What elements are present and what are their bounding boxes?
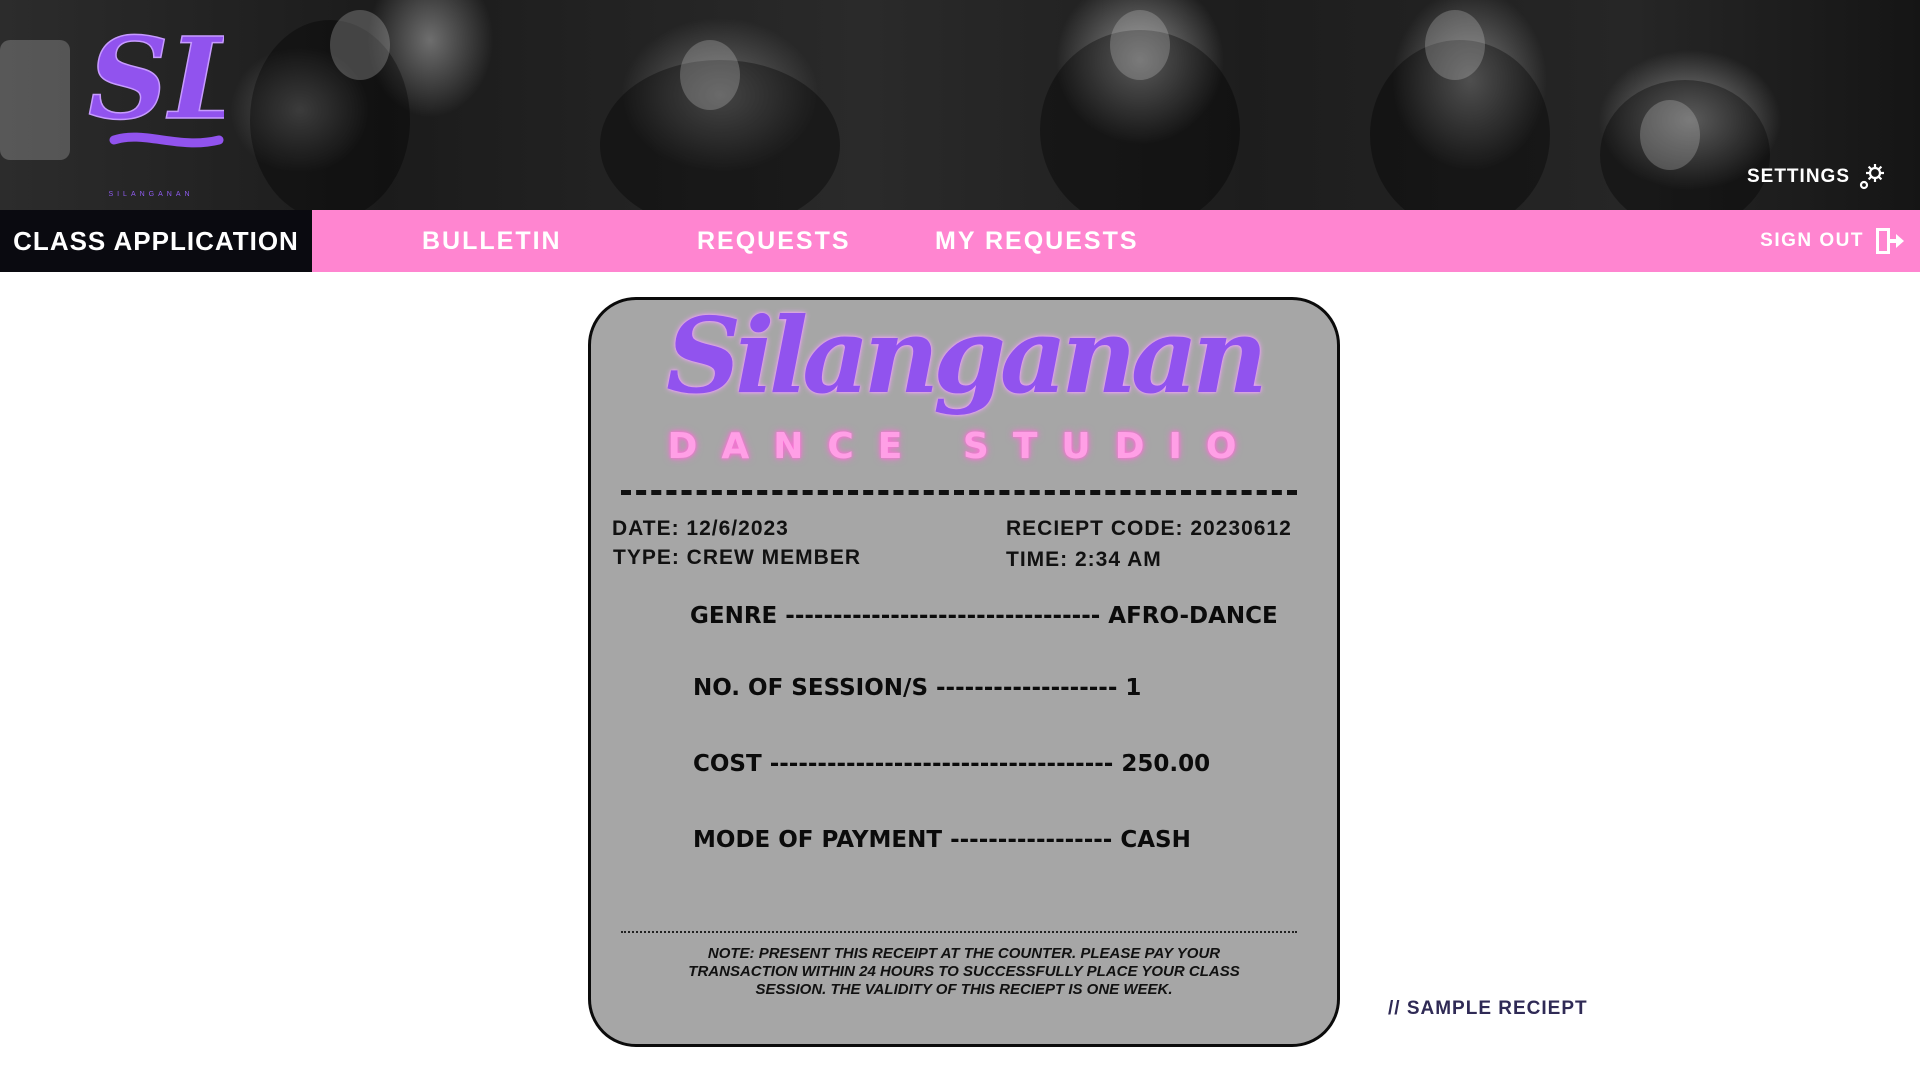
banner-figure	[1640, 100, 1700, 170]
tab-bulletin[interactable]: BULLETIN	[422, 210, 562, 272]
gear-icon	[1859, 164, 1884, 190]
receipt-date: DATE: 12/6/2023	[612, 517, 789, 540]
sign-out-label: SIGN OUT	[1760, 230, 1864, 251]
receipt-code: RECIEPT CODE: 20230612	[1006, 517, 1292, 540]
banner-figure	[1110, 10, 1170, 80]
sessions-row: NO. OF SESSION/S ------------------- 1	[693, 675, 1142, 701]
header-banner: SL SILANGANAN SETTINGS	[0, 0, 1920, 210]
settings-button[interactable]: SETTINGS	[1747, 162, 1886, 192]
tab-requests[interactable]: REQUESTS	[697, 210, 851, 272]
settings-label: SETTINGS	[1746, 166, 1850, 187]
receipt-note: NOTE: PRESENT THIS RECEIPT AT THE COUNTE…	[688, 945, 1240, 998]
banner-figure	[0, 40, 70, 160]
brand-name: Silanganan	[666, 294, 1268, 417]
studio-logo[interactable]: SL	[84, 0, 224, 200]
sign-out-icon	[1876, 228, 1904, 254]
banner-figure	[680, 40, 740, 110]
tab-my-requests[interactable]: MY REQUESTS	[935, 210, 1139, 272]
payment-mode-row: MODE OF PAYMENT ----------------- CASH	[693, 827, 1191, 853]
banner-figure	[330, 10, 390, 80]
sign-out-button[interactable]: SIGN OUT	[1760, 210, 1906, 272]
logo-caption: SILANGANAN	[108, 191, 194, 198]
sample-receipt-caption: // SAMPLE RECIEPT	[1388, 998, 1588, 1019]
logo-letters: SL	[88, 14, 224, 145]
receipt-type: TYPE: CREW MEMBER	[613, 546, 861, 569]
tab-class-application[interactable]: CLASS APPLICATION	[0, 210, 312, 272]
brand-subtitle: DANCE STUDIO	[667, 426, 1261, 467]
cost-row: COST -----------------------------------…	[693, 751, 1211, 777]
main-nav: CLASS APPLICATION BULLETIN REQUESTS MY R…	[0, 210, 1920, 272]
genre-row: GENRE --------------------------------- …	[690, 603, 1278, 629]
receipt-time: TIME: 2:34 AM	[1006, 548, 1162, 571]
banner-figure	[1425, 10, 1485, 80]
receipt-brand: Silanganan DANCE STUDIO	[591, 294, 1337, 467]
receipt-card: Silanganan DANCE STUDIO DATE: 12/6/2023 …	[588, 294, 1340, 1047]
note-divider	[621, 931, 1297, 933]
divider	[621, 490, 1297, 495]
